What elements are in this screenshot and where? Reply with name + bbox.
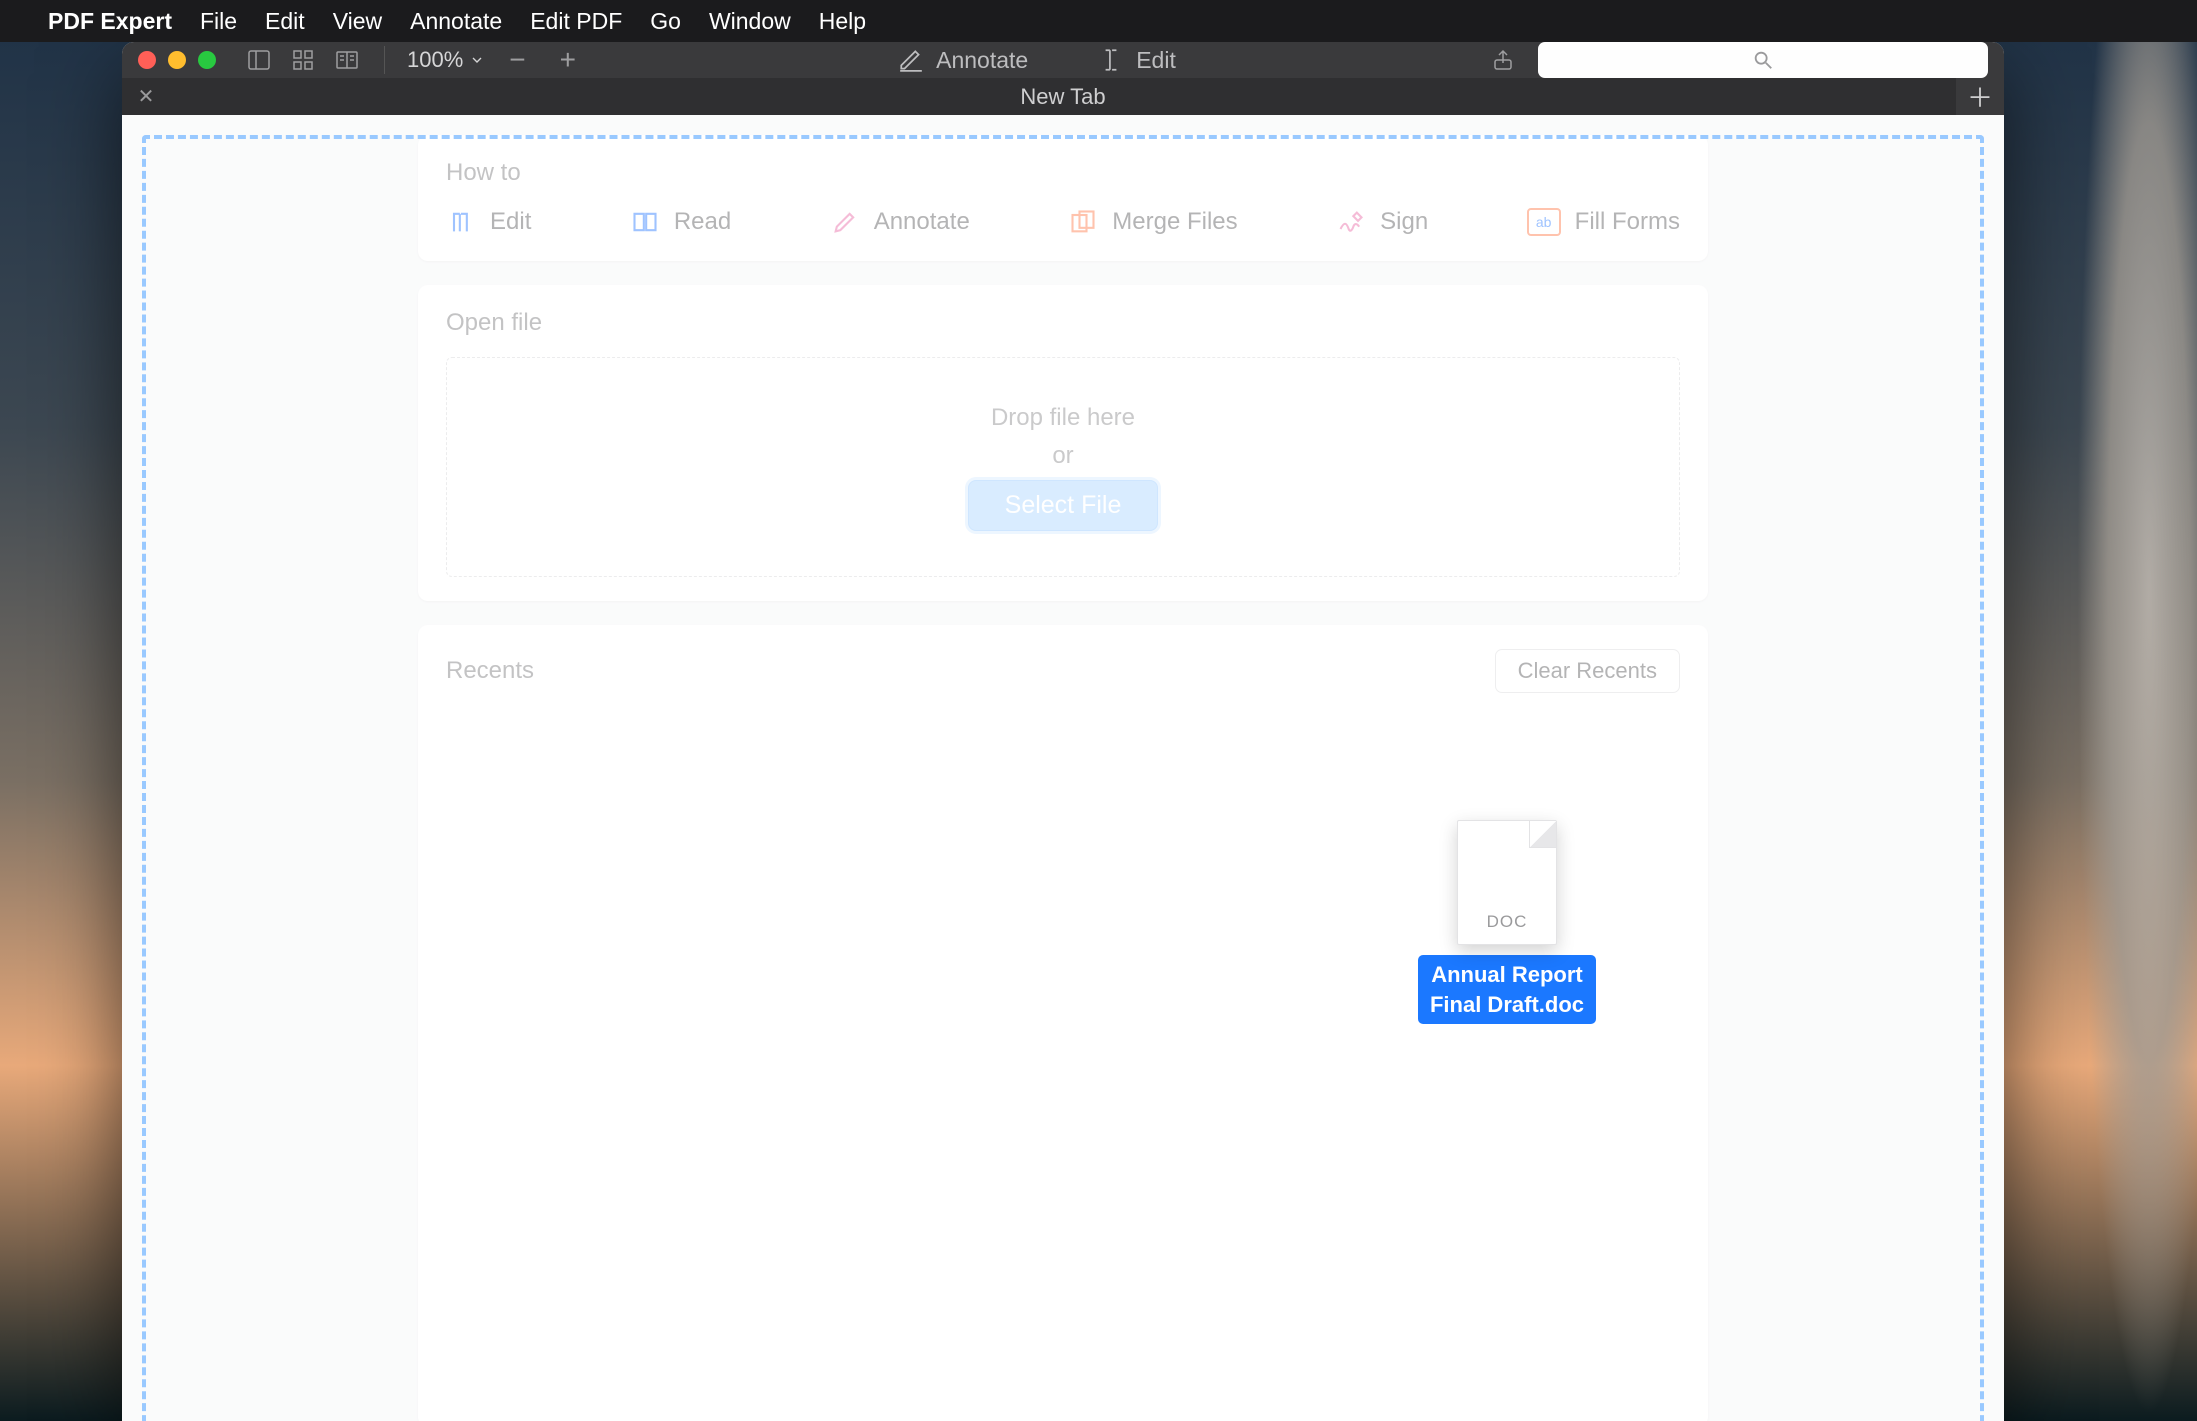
howto-label: Sign — [1380, 208, 1428, 236]
howto-label: Read — [674, 208, 731, 236]
edit-mode-button[interactable]: Edit — [1098, 47, 1176, 74]
tab-bar: ✕ New Tab ＋ — [122, 78, 2004, 115]
window-zoom-button[interactable] — [198, 51, 216, 69]
new-tab-button[interactable]: ＋ — [1956, 78, 2004, 115]
menu-view[interactable]: View — [333, 8, 382, 35]
merge-icon — [1068, 207, 1098, 237]
signature-icon — [1336, 207, 1366, 237]
menu-edit-pdf[interactable]: Edit PDF — [530, 8, 622, 35]
dragged-file-name: Annual Report Final Draft.doc — [1418, 955, 1596, 1024]
howto-read[interactable]: Read — [630, 207, 731, 237]
howto-fill-forms[interactable]: ab Fill Forms — [1527, 207, 1680, 237]
sidebar-toggle-icon[interactable] — [244, 45, 274, 75]
annotate-label: Annotate — [936, 47, 1028, 74]
window-traffic-lights — [138, 51, 216, 69]
howto-card: How to Edit Read Annotate — [418, 135, 1708, 261]
howto-label: Fill Forms — [1575, 208, 1680, 236]
zoom-in-button[interactable]: + — [550, 46, 586, 74]
select-file-button[interactable]: Select File — [968, 480, 1159, 531]
open-file-card: Open file Drop file here or Select File — [418, 285, 1708, 601]
clear-recents-button[interactable]: Clear Recents — [1495, 649, 1680, 693]
zoom-out-button[interactable]: − — [499, 46, 535, 74]
tab-title[interactable]: New Tab — [170, 84, 1956, 110]
window-minimize-button[interactable] — [168, 51, 186, 69]
form-field-icon: ab — [1527, 208, 1561, 236]
menu-edit[interactable]: Edit — [265, 8, 305, 35]
chevron-down-icon — [469, 52, 485, 68]
search-icon — [1752, 49, 1774, 71]
thumbnail-view-icon[interactable] — [288, 45, 318, 75]
menu-help[interactable]: Help — [819, 8, 866, 35]
howto-title: How to — [446, 159, 1680, 187]
menu-go[interactable]: Go — [650, 8, 681, 35]
edit-label: Edit — [1136, 47, 1176, 74]
window-titlebar: 100% − + Annotate Edit — [122, 42, 2004, 78]
menu-file[interactable]: File — [200, 8, 237, 35]
book-icon — [630, 207, 660, 237]
recents-title: Recents — [446, 657, 534, 685]
pen-icon — [898, 47, 924, 73]
app-menu[interactable]: PDF Expert — [48, 8, 172, 35]
two-page-view-icon[interactable] — [332, 45, 362, 75]
search-input[interactable] — [1538, 42, 1988, 78]
howto-sign[interactable]: Sign — [1336, 207, 1428, 237]
dragged-file[interactable]: DOC Annual Report Final Draft.doc — [1412, 820, 1602, 1024]
window-close-button[interactable] — [138, 51, 156, 69]
content-area: How to Edit Read Annotate — [122, 115, 2004, 1421]
drop-hint: Drop file here — [991, 404, 1135, 432]
howto-annotate[interactable]: Annotate — [830, 207, 970, 237]
divider — [384, 46, 385, 74]
menu-annotate[interactable]: Annotate — [410, 8, 502, 35]
recents-body — [446, 713, 1680, 1403]
macos-menubar: PDF Expert File Edit View Annotate Edit … — [0, 0, 2197, 42]
zoom-value: 100% — [407, 47, 463, 73]
howto-merge[interactable]: Merge Files — [1068, 207, 1237, 237]
doc-file-icon: DOC — [1457, 820, 1557, 945]
open-file-title: Open file — [446, 309, 1680, 337]
zoom-control[interactable]: 100% — [407, 47, 485, 73]
howto-label: Merge Files — [1112, 208, 1237, 236]
drop-zone[interactable]: Drop file here or Select File — [446, 357, 1680, 577]
text-cursor-icon — [1098, 47, 1124, 73]
highlighter-icon — [830, 207, 860, 237]
tab-close-button[interactable]: ✕ — [122, 84, 170, 109]
share-icon[interactable] — [1488, 45, 1518, 75]
app-window: 100% − + Annotate Edit — [122, 42, 2004, 1421]
howto-label: Annotate — [874, 208, 970, 236]
menu-window[interactable]: Window — [709, 8, 791, 35]
drop-or: or — [1052, 442, 1073, 470]
howto-edit[interactable]: Edit — [446, 207, 531, 237]
text-edit-icon — [446, 207, 476, 237]
file-ext-label: DOC — [1487, 912, 1528, 932]
howto-label: Edit — [490, 208, 531, 236]
annotate-mode-button[interactable]: Annotate — [898, 47, 1028, 74]
